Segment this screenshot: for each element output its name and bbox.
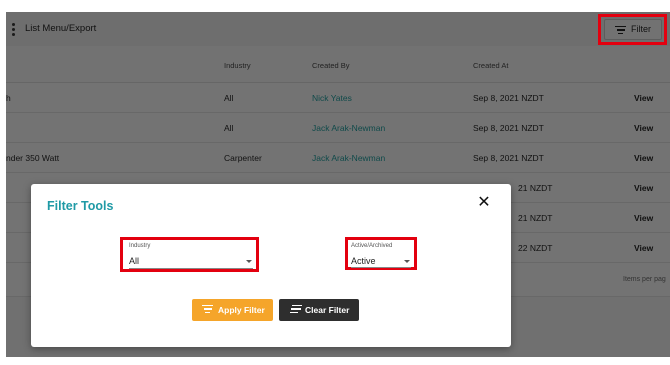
row-industry: Carpenter — [224, 153, 262, 163]
row-name: nder 350 Watt — [6, 153, 60, 163]
row-industry: All — [224, 123, 234, 133]
status-select[interactable]: Active — [351, 256, 376, 266]
table-row: h All Nick Yates Sep 8, 2021 NZDT View — [6, 83, 670, 113]
row-created-at: Sep 8, 2021 NZDT — [473, 123, 544, 133]
row-created-by-link[interactable]: Jack Arak-Newman — [312, 153, 385, 163]
view-button[interactable]: View — [634, 123, 653, 133]
view-button[interactable]: View — [634, 153, 653, 163]
row-created-at: Sep 8, 2021 NZDT — [473, 93, 544, 103]
chevron-down-icon[interactable] — [246, 260, 252, 263]
clear-filter-label: Clear Filter — [305, 305, 350, 315]
row-created-at: 22 NZDT — [518, 243, 553, 253]
apply-filter-button[interactable]: Apply Filter — [192, 299, 273, 321]
view-button[interactable]: View — [634, 243, 653, 253]
view-button[interactable]: View — [634, 93, 653, 103]
header-created-by[interactable]: Created By — [312, 61, 350, 70]
close-icon[interactable]: ✕ — [477, 195, 491, 211]
industry-select-label: Industry — [129, 243, 151, 249]
row-name: h — [6, 93, 11, 103]
row-created-at: 21 NZDT — [518, 213, 553, 223]
filter-button[interactable]: Filter — [604, 19, 662, 40]
kebab-menu-icon[interactable] — [12, 23, 16, 36]
row-created-by-link[interactable]: Nick Yates — [312, 93, 352, 103]
clear-filter-button[interactable]: Clear Filter — [279, 299, 359, 321]
filter-lines-icon — [615, 26, 626, 35]
filter-button-label: Filter — [631, 24, 651, 34]
dialog-title: Filter Tools — [47, 199, 114, 213]
apply-filter-label: Apply Filter — [218, 305, 265, 315]
items-per-page-label: Items per pag — [623, 276, 666, 283]
header-industry[interactable]: Industry — [224, 61, 251, 70]
status-select-label: Active/Archived — [351, 243, 393, 249]
view-button[interactable]: View — [634, 213, 653, 223]
header-created-at[interactable]: Created At — [473, 61, 508, 70]
screenshot-frame: List Menu/Export Industry Created By Cre… — [0, 0, 670, 365]
industry-select[interactable]: All — [129, 256, 139, 266]
top-toolbar: List Menu/Export — [6, 12, 670, 46]
table-header: Industry Created By Created At — [6, 46, 670, 83]
table-row: All Jack Arak-Newman Sep 8, 2021 NZDT Vi… — [6, 113, 670, 143]
row-created-at: Sep 8, 2021 NZDT — [473, 153, 544, 163]
filter-tools-dialog: Filter Tools ✕ Industry All Active/Archi… — [31, 184, 511, 347]
row-created-at: 21 NZDT — [518, 183, 553, 193]
table-row: nder 350 Watt Carpenter Jack Arak-Newman… — [6, 143, 670, 173]
view-button[interactable]: View — [634, 183, 653, 193]
clear-lines-icon — [290, 305, 302, 314]
status-select-underline — [351, 267, 411, 268]
industry-select-underline — [129, 268, 253, 269]
filter-lines-icon — [202, 305, 213, 314]
list-menu-export-button[interactable]: List Menu/Export — [25, 23, 96, 34]
row-industry: All — [224, 93, 234, 103]
row-created-by-link[interactable]: Jack Arak-Newman — [312, 123, 385, 133]
chevron-down-icon[interactable] — [404, 260, 410, 263]
